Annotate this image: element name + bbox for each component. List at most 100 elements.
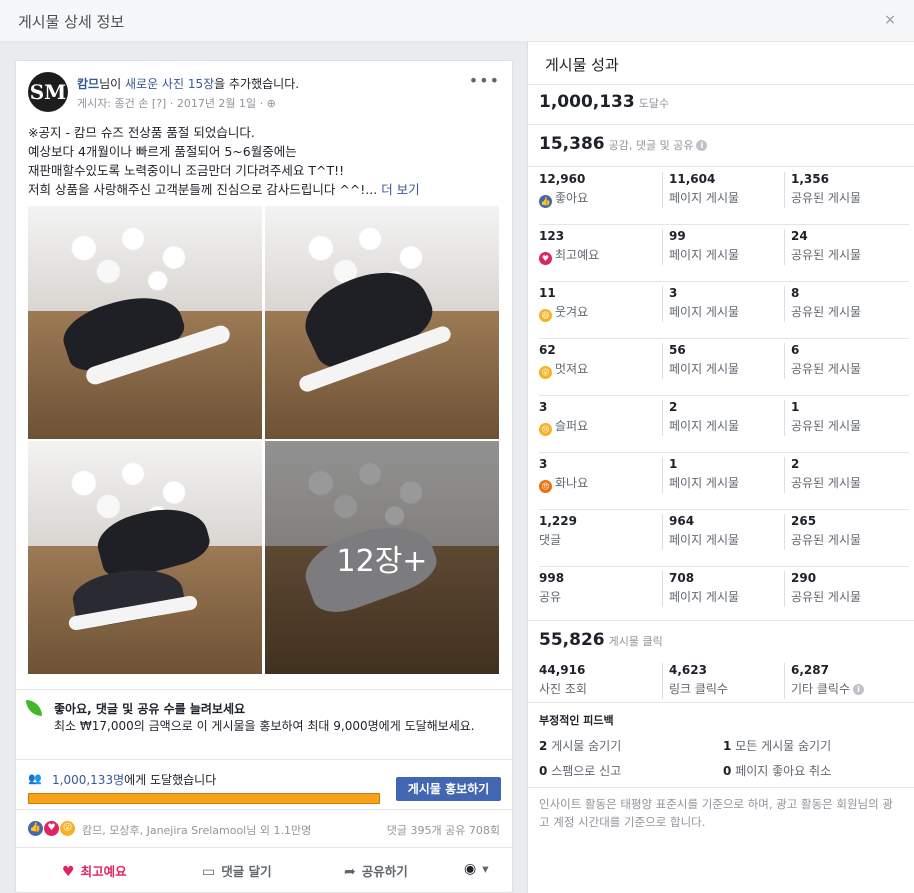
chevron-down-icon: ▾ <box>482 861 489 876</box>
post-text-line: 재판매할수있도록 노력중이니 조금만더 기다려주세요 T^T!! <box>28 163 345 178</box>
engagement-row: 12,960 👍 좋아요 11,604 페이지 게시물 1,356 공유된 게시물 <box>528 172 914 228</box>
people-icon: 👥 <box>28 772 42 785</box>
row-label: 공유 <box>539 588 656 605</box>
divider <box>539 224 909 225</box>
timezone-note: 인사이트 활동은 태평양 표준시를 기준으로 하며, 광고 활동은 회원님의 광… <box>539 797 893 829</box>
row-on-shares-label: 공유된 게시물 <box>791 305 862 319</box>
row-on-shares-value: 265 <box>791 514 817 528</box>
love-icon[interactable]: ♥ <box>44 821 59 836</box>
row-on-shares-label: 공유된 게시물 <box>791 362 862 376</box>
hide-all-value: 1 <box>723 739 732 753</box>
comment-button[interactable]: ▭ 댓글 달기 <box>202 861 272 880</box>
row-on-post-value: 99 <box>669 229 686 243</box>
row-label: 댓글 <box>539 531 656 548</box>
boost-description: 최소 ₩17,000의 금액으로 이 게시물을 홍보하여 최대 9,000명에게… <box>54 719 475 733</box>
row-label-text: 웃겨요 <box>555 305 589 319</box>
row-on-shares-value: 24 <box>791 229 808 243</box>
photo-3[interactable] <box>28 441 262 674</box>
comment-share-stats[interactable]: 댓글 395개 공유 708회 <box>387 822 500 838</box>
row-on-post-label: 페이지 게시물 <box>669 590 740 604</box>
row-total-value: 998 <box>539 571 565 585</box>
row-total-cell: 1,229 댓글 <box>539 514 656 550</box>
more-photos-overlay[interactable]: 12장+ <box>265 441 499 674</box>
other-clicks-value: 6,287 <box>791 663 829 677</box>
spam-stat: 0 스팸으로 신고 <box>539 762 621 779</box>
wow-icon[interactable]: 😮 <box>60 821 75 836</box>
post-text: ※공지 - 캄므 슈즈 전상품 품절 되었습니다. 예상보다 4개월이나 빠르게… <box>28 123 503 199</box>
negative-feedback-title: 부정적인 피드백 <box>539 714 614 727</box>
love-reaction-button[interactable]: ♥ 최고예요 <box>62 861 127 880</box>
page-name-link[interactable]: 캄므 <box>77 77 99 91</box>
love-icon: ♥ <box>539 252 552 265</box>
photo-2[interactable] <box>265 206 499 439</box>
like-icon: 👍 <box>539 195 552 208</box>
row-total-cell: 12,960 👍 좋아요 <box>539 172 656 208</box>
row-on-shares-label: 공유된 게시물 <box>791 476 862 490</box>
divider <box>528 84 914 85</box>
row-on-post-value: 2 <box>669 400 678 414</box>
row-label: 👍 좋아요 <box>539 189 656 208</box>
row-total-cell: 3 😠 화나요 <box>539 457 656 493</box>
reach-text: 1,000,133명에게 도달했습니다 <box>52 771 216 788</box>
clicks-metric: 55,826 게시물 클릭 <box>539 630 663 650</box>
reaction-names[interactable]: 캄므, 모상후, Janejira Srelamool님 외 1.1만명 <box>82 822 311 838</box>
angry-icon: 😠 <box>539 480 552 493</box>
globe-icon: ⊕ <box>266 97 276 110</box>
divider <box>528 620 914 621</box>
close-icon[interactable]: × <box>884 12 896 28</box>
action-post: 을 추가했습니다. <box>214 77 300 91</box>
reach-unit: 도달수 <box>638 97 670 110</box>
post-text-last: 저희 상품을 사랑해주신 고객분들께 진심으로 감사드립니다 ^^!... <box>28 182 382 197</box>
row-total-value: 123 <box>539 229 565 243</box>
row-on-post-label: 페이지 게시물 <box>669 362 740 376</box>
action-pre: 님이 <box>99 77 125 91</box>
row-on-shares-value: 6 <box>791 343 800 357</box>
unlike-value: 0 <box>723 764 732 778</box>
row-on-post-label: 페이지 게시물 <box>669 248 740 262</box>
row-on-shares-cell: 1 공유된 게시물 <box>784 400 909 436</box>
see-more-link[interactable]: 더 보기 <box>381 182 419 197</box>
row-on-post-cell: 1 페이지 게시물 <box>662 457 779 493</box>
row-label-text: 댓글 <box>539 533 562 547</box>
comment-icon: ▭ <box>202 864 216 880</box>
hide-post-value: 2 <box>539 739 548 753</box>
post-as-selector[interactable]: ◉ ▾ <box>464 861 489 877</box>
row-on-post-value: 964 <box>669 514 695 528</box>
divider <box>539 566 909 567</box>
heart-icon: ♥ <box>62 864 75 880</box>
sad-icon: 😢 <box>539 423 552 436</box>
row-total-cell: 11 😆 웃겨요 <box>539 286 656 322</box>
share-button[interactable]: ➦ 공유하기 <box>344 861 408 880</box>
divider <box>539 338 909 339</box>
boost-post-button[interactable]: 게시물 홍보하기 <box>396 777 501 801</box>
row-on-shares-cell: 6 공유된 게시물 <box>784 343 909 379</box>
row-on-shares-label: 공유된 게시물 <box>791 590 862 604</box>
row-label: 😠 화나요 <box>539 474 656 493</box>
love-label: 최고예요 <box>80 864 127 879</box>
engagement-row: 998 공유 708 페이지 게시물 290 공유된 게시물 <box>528 571 914 627</box>
row-total-cell: 123 ♥ 최고예요 <box>539 229 656 265</box>
engagement-row: 3 😠 화나요 1 페이지 게시물 2 공유된 게시물 <box>528 457 914 513</box>
row-on-shares-cell: 24 공유된 게시물 <box>784 229 909 265</box>
divider <box>539 452 909 453</box>
row-total-cell: 3 😢 슬퍼요 <box>539 400 656 436</box>
info-icon[interactable]: i <box>696 140 708 151</box>
post-meta: 게시자: 종건 손 [?] · 2017년 2월 1일 · ⊕ <box>77 95 276 111</box>
hide-all-stat: 1 모든 게시물 숨기기 <box>723 737 831 754</box>
reach-count-link[interactable]: 1,000,133명 <box>52 773 124 787</box>
more-options-icon[interactable]: ••• <box>469 71 500 90</box>
other-clicks-cell: 6,287 기타 클릭수 i <box>784 663 909 699</box>
action-bar: ♥ 최고예요 ▭ 댓글 달기 ➦ 공유하기 ◉ ▾ <box>16 847 512 893</box>
spam-value: 0 <box>539 764 548 778</box>
clicks-unit: 게시물 클릭 <box>608 635 663 648</box>
like-icon[interactable]: 👍 <box>28 821 43 836</box>
page-avatar[interactable]: SM <box>28 72 68 112</box>
info-icon[interactable]: i <box>853 684 865 695</box>
photo-1[interactable] <box>28 206 262 439</box>
divider <box>528 702 914 703</box>
photo-4[interactable]: 12장+ <box>265 441 499 674</box>
hide-all-label: 모든 게시물 숨기기 <box>735 739 832 753</box>
row-label: ♥ 최고예요 <box>539 246 656 265</box>
album-link[interactable]: 새로운 사진 15장 <box>125 77 214 91</box>
row-on-post-label: 페이지 게시물 <box>669 305 740 319</box>
